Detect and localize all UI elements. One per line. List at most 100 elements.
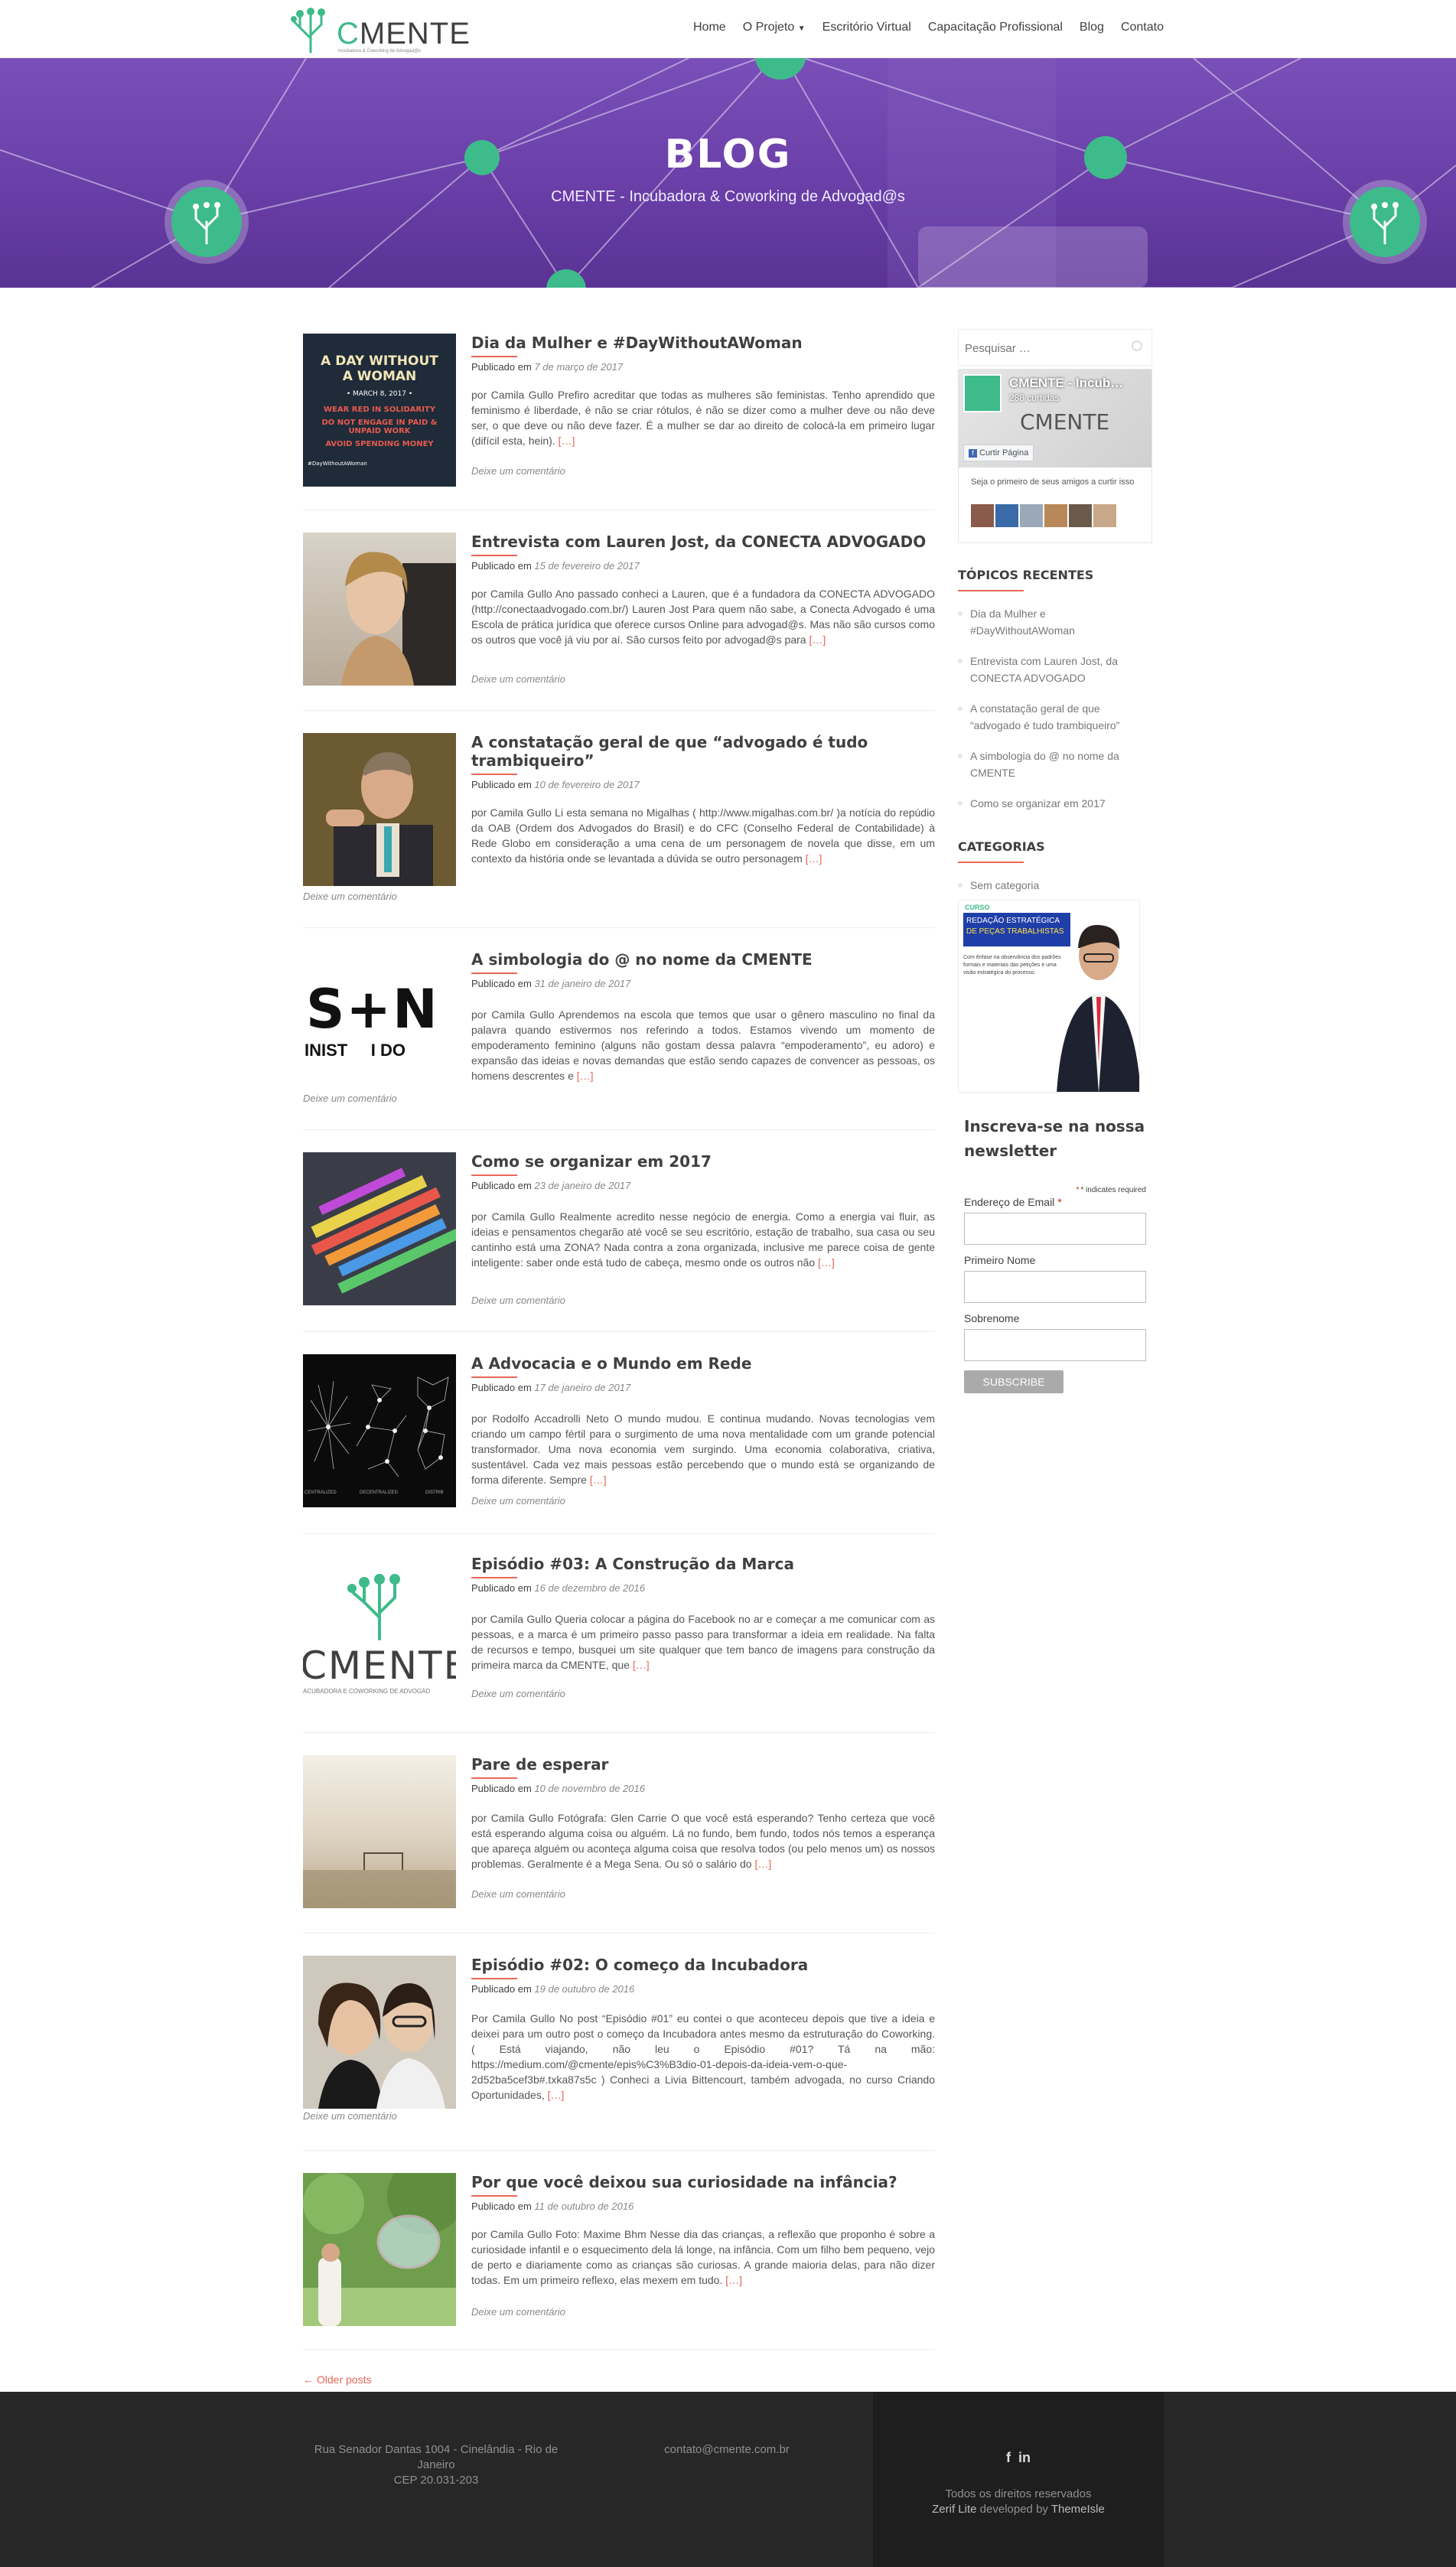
comment-link[interactable]: Deixe um comentário <box>303 891 397 902</box>
facebook-icon[interactable]: f <box>1006 2450 1011 2465</box>
post-title[interactable]: Como se organizar em 2017 <box>471 1152 935 1171</box>
nav-home[interactable]: Home <box>693 21 726 34</box>
post-title[interactable]: Episódio #02: O começo da Incubadora <box>471 1956 935 1974</box>
post-thumbnail[interactable] <box>303 1152 456 1305</box>
last-name-label: Sobrenome <box>964 1312 1020 1324</box>
comment-link[interactable]: Deixe um comentário <box>471 1688 565 1699</box>
comment-link[interactable]: Deixe um comentário <box>471 2306 565 2318</box>
themeisle-link[interactable]: ThemeIsle <box>1051 2503 1105 2516</box>
post-title[interactable]: Dia da Mulher e #DayWithoutAWoman <box>471 334 935 352</box>
read-more-link[interactable]: […] <box>577 1070 594 1082</box>
fb-like-button[interactable]: f Curtir Página <box>963 445 1034 461</box>
read-more-link[interactable]: […] <box>809 634 826 646</box>
avatar[interactable] <box>1044 504 1067 527</box>
post-date[interactable]: 15 de fevereiro de 2017 <box>534 560 639 572</box>
post-thumbnail[interactable] <box>303 533 456 686</box>
comment-link[interactable]: Deixe um comentário <box>471 1295 565 1306</box>
ad-photo <box>1057 924 1139 1092</box>
avatar[interactable] <box>995 504 1018 527</box>
email-field[interactable] <box>964 1213 1146 1245</box>
thumb-text: ACUBADORA E COWORKING DE ADVOGAD <box>303 1688 431 1695</box>
post-date[interactable]: 10 de novembro de 2016 <box>534 1783 645 1794</box>
fb-page-name[interactable]: CMENTE - Incub… <box>1009 376 1123 391</box>
avatar[interactable] <box>971 504 994 527</box>
read-more-link[interactable]: […] <box>754 1858 771 1870</box>
category-link[interactable]: Sem categoria <box>958 877 1152 894</box>
comment-link[interactable]: Deixe um comentário <box>471 1495 565 1507</box>
linkedin-icon[interactable]: in <box>1018 2450 1031 2465</box>
post-thumbnail[interactable] <box>303 1755 456 1908</box>
nav-contato[interactable]: Contato <box>1121 21 1164 34</box>
subscribe-button[interactable]: SUBSCRIBE <box>964 1370 1063 1393</box>
comment-link[interactable]: Deixe um comentário <box>471 1888 565 1900</box>
post-date[interactable]: 17 de janeiro de 2017 <box>534 1382 630 1393</box>
post-date[interactable]: 11 de outubro de 2016 <box>534 2201 634 2212</box>
post-thumbnail[interactable]: CENTRALIZED DECENTRALIZED DISTRIB <box>303 1354 456 1507</box>
read-more-link[interactable]: […] <box>548 2089 565 2101</box>
nav-blog[interactable]: Blog <box>1080 21 1104 34</box>
last-name-field[interactable] <box>964 1329 1146 1361</box>
read-more-link[interactable]: […] <box>590 1474 607 1486</box>
post-meta: Publicado em 16 de dezembro de 2016 <box>471 1582 645 1594</box>
post-thumbnail[interactable] <box>303 2173 456 2326</box>
post-thumbnail[interactable] <box>303 1956 456 2109</box>
post-title[interactable]: A constatação geral de que “advogado é t… <box>471 733 935 770</box>
title-underline <box>471 1978 517 1979</box>
post-date[interactable]: 10 de fevereiro de 2017 <box>534 779 639 790</box>
post-thumbnail[interactable]: CMENTE ACUBADORA E COWORKING DE ADVOGAD <box>303 1555 456 1708</box>
search-icon[interactable] <box>1132 340 1142 351</box>
read-more-link[interactable]: […] <box>818 1256 835 1269</box>
post-title[interactable]: A Advocacia e o Mundo em Rede <box>471 1354 935 1373</box>
thumb-text: UNPAID WORK <box>348 427 411 435</box>
post-thumbnail[interactable]: A DAY WITHOUT A WOMAN • MARCH 8, 2017 • … <box>303 334 456 487</box>
post-title[interactable]: Por que você deixou sua curiosidade na i… <box>471 2173 935 2191</box>
tree-logo-icon <box>291 8 325 54</box>
title-underline <box>471 356 517 357</box>
post-thumbnail[interactable]: S+N INIST I DO <box>303 950 456 1103</box>
recent-post-link[interactable]: A constatação geral de que “advogado é t… <box>958 700 1152 734</box>
avatar[interactable] <box>1093 504 1116 527</box>
footer-email[interactable]: contato@cmente.com.br <box>620 2442 834 2458</box>
course-ad-banner[interactable]: CURSO REDAÇÃO ESTRATÉGICA DE PEÇAS TRABAL… <box>958 900 1140 1093</box>
post-date[interactable]: 19 de outubro de 2016 <box>534 1983 634 1995</box>
read-more-link[interactable]: […] <box>633 1659 650 1671</box>
nav-o-projeto[interactable]: O Projeto ▼ <box>743 21 806 34</box>
comment-link[interactable]: Deixe um comentário <box>471 465 565 477</box>
nav-capacitacao[interactable]: Capacitação Profissional <box>928 21 1063 34</box>
post-thumbnail[interactable] <box>303 733 456 886</box>
first-name-field[interactable] <box>964 1271 1146 1303</box>
read-more-link[interactable]: […] <box>559 435 575 447</box>
older-posts-link[interactable]: ← Older posts <box>303 2373 371 2386</box>
post-date[interactable]: 16 de dezembro de 2016 <box>534 1582 645 1594</box>
post-title[interactable]: Entrevista com Lauren Jost, da CONECTA A… <box>471 533 935 551</box>
post-item: Como se organizar em 2017 Publicado em 2… <box>303 1152 935 1306</box>
read-more-link[interactable]: […] <box>806 852 822 865</box>
post-title[interactable]: Pare de esperar <box>471 1755 935 1774</box>
nav-escritorio-virtual[interactable]: Escritório Virtual <box>822 21 911 34</box>
recent-post-link[interactable]: A simbologia do @ no nome da CMENTE <box>958 748 1152 781</box>
avatar[interactable] <box>1020 504 1043 527</box>
search-input[interactable] <box>959 330 1153 366</box>
site-logo[interactable]: CMENTE Incubadora & Coworking de Advogad… <box>291 5 470 54</box>
recent-post-link[interactable]: Como se organizar em 2017 <box>958 795 1152 812</box>
post-date[interactable]: 31 de janeiro de 2017 <box>534 978 630 989</box>
avatar[interactable] <box>1069 504 1092 527</box>
post-excerpt: por Camila Gullo Aprendemos na escola qu… <box>471 1008 935 1082</box>
comment-link[interactable]: Deixe um comentário <box>303 2110 397 2122</box>
post-date[interactable]: 7 de março de 2017 <box>534 361 623 373</box>
categories-widget: CATEGORIAS Sem categoria <box>958 839 1152 894</box>
post-title[interactable]: A simbologia do @ no nome da CMENTE <box>471 950 935 969</box>
read-more-link[interactable]: […] <box>725 2274 742 2286</box>
post-title[interactable]: Episódio #03: A Construção da Marca <box>471 1555 935 1573</box>
comment-link[interactable]: Deixe um comentário <box>303 1093 397 1104</box>
post-date[interactable]: 23 de janeiro de 2017 <box>534 1180 630 1191</box>
required-note: * * indicates required <box>1076 1186 1146 1194</box>
recent-post-link[interactable]: Entrevista com Lauren Jost, da CONECTA A… <box>958 653 1152 686</box>
recent-post-link[interactable]: Dia da Mulher e #DayWithoutAWoman <box>958 605 1152 639</box>
title-underline <box>471 2195 517 2197</box>
post-item: Episódio #02: O começo da Incubadora Pub… <box>303 1956 935 2132</box>
post-excerpt: por Camila Gullo Realmente acredito ness… <box>471 1210 935 1269</box>
comment-link[interactable]: Deixe um comentário <box>471 673 565 685</box>
post-excerpt: por Camila Gullo Fotógrafa: Glen Carrie … <box>471 1812 935 1870</box>
fb-cover[interactable]: CMENTE - Incub… 288 curtidas CMENTE f Cur… <box>959 370 1151 467</box>
